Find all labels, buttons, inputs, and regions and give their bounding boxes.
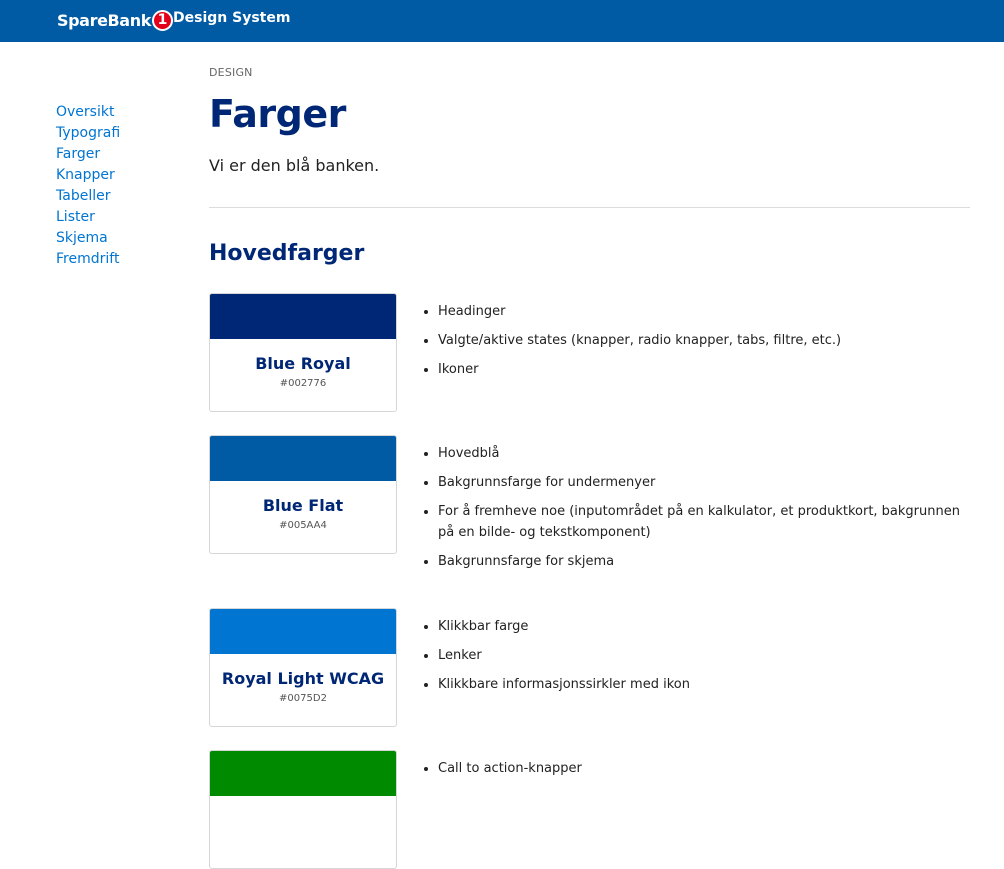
page-title: Farger: [209, 92, 346, 136]
color-swatch-card: Blue Flat #005AA4: [209, 435, 397, 554]
color-name: Blue Royal: [255, 354, 351, 373]
usage-item: Hovedblå: [438, 443, 978, 464]
sidebar-item-oversikt[interactable]: Oversikt: [56, 102, 120, 123]
color-swatch: [210, 294, 396, 339]
color-hex: #002776: [279, 378, 327, 389]
color-name: Royal Light WCAG: [221, 669, 385, 688]
sidebar-item-fremdrift[interactable]: Fremdrift: [56, 249, 120, 270]
color-usage-list: Call to action-knapper: [420, 758, 978, 787]
page-lead: Vi er den blå banken.: [209, 156, 380, 175]
color-swatch: [210, 751, 396, 796]
sparebank-logo[interactable]: SpareBank 1: [57, 8, 173, 32]
color-usage-list: Klikkbar farge Lenker Klikkbare informas…: [420, 616, 978, 703]
usage-item: Klikkbar farge: [438, 616, 978, 637]
color-usage-list: Headinger Valgte/aktive states (knapper,…: [420, 301, 978, 388]
brand-badge-icon: 1: [151, 9, 173, 31]
sidebar-item-farger[interactable]: Farger: [56, 144, 120, 165]
usage-item: Ikoner: [438, 359, 978, 380]
color-hex: #005AA4: [279, 520, 327, 531]
usage-item: Klikkbare informasjonssirkler med ikon: [438, 674, 978, 695]
brand-name: SpareBank: [57, 10, 151, 30]
divider: [209, 207, 970, 208]
usage-item: For å fremheve noe (inputområdet på en k…: [438, 501, 978, 543]
sidebar-item-lister[interactable]: Lister: [56, 207, 120, 228]
sidebar-item-skjema[interactable]: Skjema: [56, 228, 120, 249]
usage-item: Headinger: [438, 301, 978, 322]
color-name: Blue Flat: [262, 496, 344, 515]
color-swatch-card: Royal Light WCAG #0075D2: [209, 608, 397, 727]
usage-item: Valgte/aktive states (knapper, radio kna…: [438, 330, 978, 351]
usage-item: Lenker: [438, 645, 978, 666]
color-swatch-card: Blue Royal #002776: [209, 293, 397, 412]
usage-item: Call to action-knapper: [438, 758, 978, 779]
usage-item: Bakgrunnsfarge for skjema: [438, 551, 978, 572]
product-name-link[interactable]: Design System: [173, 10, 290, 26]
top-bar: SpareBank 1 Design System: [0, 0, 1004, 42]
color-swatch: [210, 436, 396, 481]
section-title: Hovedfarger: [209, 241, 365, 266]
color-hex: #0075D2: [279, 693, 327, 704]
usage-item: Bakgrunnsfarge for undermenyer: [438, 472, 978, 493]
sidebar-item-typografi[interactable]: Typografi: [56, 123, 120, 144]
color-swatch: [210, 609, 396, 654]
sidebar-nav: Oversikt Typografi Farger Knapper Tabell…: [56, 102, 120, 270]
breadcrumb: DESIGN: [209, 66, 253, 79]
sidebar-item-tabeller[interactable]: Tabeller: [56, 186, 120, 207]
sidebar-item-knapper[interactable]: Knapper: [56, 165, 120, 186]
color-usage-list: Hovedblå Bakgrunnsfarge for undermenyer …: [420, 443, 978, 580]
